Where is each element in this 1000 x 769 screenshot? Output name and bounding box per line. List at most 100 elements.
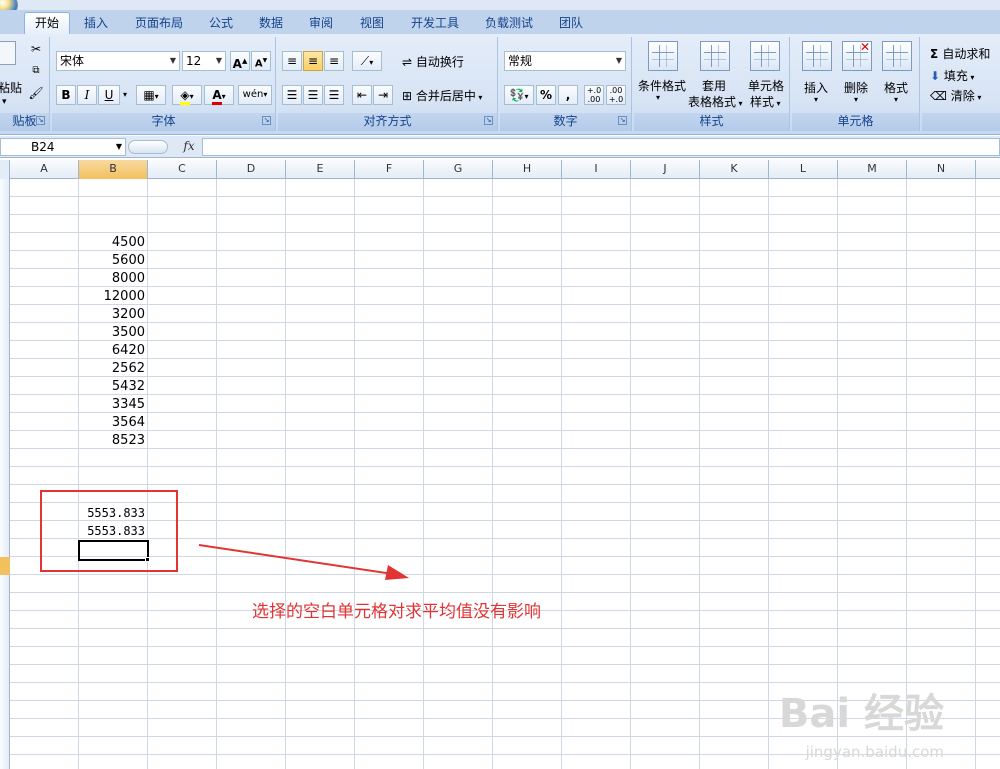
column-header-f[interactable]: F: [355, 160, 424, 179]
editing-group: Σ 自动求和 ⬇ 填充 ▾ ⌫ 清除 ▾: [922, 37, 1000, 131]
tab-team[interactable]: 团队: [552, 14, 590, 34]
cell-value[interactable]: 8000: [79, 270, 148, 288]
table-format-button[interactable]: 表格格式 ▾: [688, 93, 743, 110]
cell-style-button[interactable]: 样式 ▾: [750, 93, 781, 110]
cell-value[interactable]: 8523: [79, 432, 148, 450]
cell-style-label-1[interactable]: 单元格: [748, 77, 784, 94]
insert-function-button[interactable]: fx: [178, 138, 200, 156]
cell-value[interactable]: 3500: [79, 324, 148, 342]
wrap-text-button[interactable]: ⇌ 自动换行: [402, 53, 464, 70]
cell-value[interactable]: 5600: [79, 252, 148, 270]
fill-color-icon[interactable]: ◈▾: [172, 85, 202, 105]
column-header-n[interactable]: N: [907, 160, 976, 179]
cell-value[interactable]: 12000: [79, 288, 148, 306]
column-header-h[interactable]: H: [493, 160, 562, 179]
cell-value[interactable]: 6420: [79, 342, 148, 360]
paste-dropdown-icon[interactable]: ▾: [2, 97, 7, 107]
column-header-i[interactable]: I: [562, 160, 631, 179]
conditional-format-button[interactable]: 条件格式: [638, 77, 686, 94]
tab-view[interactable]: 视图: [353, 14, 391, 34]
paste-icon[interactable]: [0, 41, 16, 65]
delete-cells-button[interactable]: 删除: [844, 79, 868, 96]
format-painter-icon[interactable]: 🖌: [26, 83, 46, 103]
formula-input[interactable]: [202, 138, 1000, 156]
italic-button[interactable]: I: [77, 85, 97, 105]
currency-icon[interactable]: 💱▾: [504, 85, 534, 105]
cell-value[interactable]: 4500: [79, 234, 148, 252]
decrease-indent-icon[interactable]: ⇤: [352, 85, 372, 105]
align-top-icon[interactable]: ≡: [282, 51, 302, 71]
underline-dropdown-icon[interactable]: ▾: [120, 85, 130, 105]
annotation-text: 选择的空白单元格对求平均值没有影响: [252, 602, 541, 622]
column-header-j[interactable]: J: [631, 160, 700, 179]
number-format-combo[interactable]: 常规 ▼: [504, 51, 626, 71]
column-header-l[interactable]: L: [769, 160, 838, 179]
format-cells-button[interactable]: 格式: [884, 79, 908, 96]
font-group: 宋体 ▼ 12 ▼ A▲ A▼ B I U ▾ ▦▾ ◈▾ A▾ wén▾ 字体 ↘: [52, 37, 276, 131]
column-header-k[interactable]: K: [700, 160, 769, 179]
fill-button[interactable]: ⬇ 填充 ▾: [930, 67, 974, 84]
column-header-a[interactable]: A: [10, 160, 79, 179]
cell-value[interactable]: 3345: [79, 396, 148, 414]
align-right-icon[interactable]: ☰: [324, 85, 344, 105]
tab-developer[interactable]: 开发工具: [404, 14, 466, 34]
align-left-icon[interactable]: ☰: [282, 85, 302, 105]
fill-handle[interactable]: [145, 557, 150, 562]
cut-icon[interactable]: ✂: [26, 39, 46, 59]
autosum-button[interactable]: Σ 自动求和: [930, 45, 990, 62]
active-cell-b24[interactable]: [78, 540, 149, 561]
column-header-c[interactable]: C: [148, 160, 217, 179]
merge-center-button[interactable]: ⊞ 合并后居中 ▾: [402, 87, 482, 104]
grow-font-button[interactable]: A▲: [230, 51, 250, 71]
borders-icon[interactable]: ▦▾: [136, 85, 166, 105]
decrease-decimal-button[interactable]: .00 +.0: [606, 85, 626, 105]
number-launcher-icon[interactable]: ↘: [618, 116, 627, 125]
cell-value[interactable]: 5432: [79, 378, 148, 396]
tab-page-layout[interactable]: 页面布局: [128, 14, 190, 34]
align-center-icon[interactable]: ☰: [303, 85, 323, 105]
insert-cells-button[interactable]: 插入: [804, 79, 828, 96]
paste-button[interactable]: 粘贴: [0, 79, 22, 96]
underline-button[interactable]: U: [98, 85, 120, 105]
tab-formulas[interactable]: 公式: [202, 14, 240, 34]
bold-button[interactable]: B: [56, 85, 76, 105]
tab-review[interactable]: 审阅: [302, 14, 340, 34]
formula-bar-splitter[interactable]: [128, 140, 168, 154]
font-name-combo[interactable]: 宋体 ▼: [56, 51, 180, 71]
baidu-watermark-logo: Bai 经验: [778, 691, 944, 737]
name-box[interactable]: B24 ▼: [0, 138, 126, 156]
select-all-corner[interactable]: [0, 160, 10, 179]
comma-button[interactable]: ,: [558, 85, 578, 105]
tab-load-test[interactable]: 负载测试: [478, 14, 540, 34]
align-bottom-icon[interactable]: ≡: [324, 51, 344, 71]
column-header-m[interactable]: M: [838, 160, 907, 179]
tab-home[interactable]: 开始: [24, 12, 70, 35]
percent-button[interactable]: %: [536, 85, 556, 105]
font-launcher-icon[interactable]: ↘: [262, 116, 271, 125]
phonetic-button[interactable]: wén▾: [238, 85, 272, 105]
column-header-b[interactable]: B: [79, 160, 148, 179]
orientation-icon[interactable]: ⟋▾: [352, 51, 382, 71]
tab-data[interactable]: 数据: [252, 14, 290, 34]
editing-group-label: [922, 113, 1000, 131]
shrink-font-button[interactable]: A▼: [251, 51, 271, 71]
alignment-launcher-icon[interactable]: ↘: [484, 116, 493, 125]
clear-button[interactable]: ⌫ 清除 ▾: [930, 87, 981, 104]
cell-value[interactable]: 3564: [79, 414, 148, 432]
increase-indent-icon[interactable]: ⇥: [373, 85, 393, 105]
cell-value[interactable]: 2562: [79, 360, 148, 378]
worksheet: ABCDEFGHIJKLMN 4500 5600 8000 12000 3200 3500…: [0, 160, 1000, 769]
table-format-label-1[interactable]: 套用: [702, 77, 726, 94]
copy-icon[interactable]: ⧉: [26, 61, 46, 81]
row-header-selected[interactable]: [0, 557, 10, 575]
column-header-g[interactable]: G: [424, 160, 493, 179]
cell-value[interactable]: 3200: [79, 306, 148, 324]
clipboard-launcher-icon[interactable]: ↘: [36, 116, 45, 125]
column-header-e[interactable]: E: [286, 160, 355, 179]
column-header-d[interactable]: D: [217, 160, 286, 179]
increase-decimal-button[interactable]: +.0 .00: [584, 85, 604, 105]
align-middle-icon[interactable]: ≡: [303, 51, 323, 71]
font-size-combo[interactable]: 12 ▼: [182, 51, 226, 71]
tab-insert[interactable]: 插入: [77, 14, 115, 34]
font-color-button[interactable]: A▾: [204, 85, 234, 105]
